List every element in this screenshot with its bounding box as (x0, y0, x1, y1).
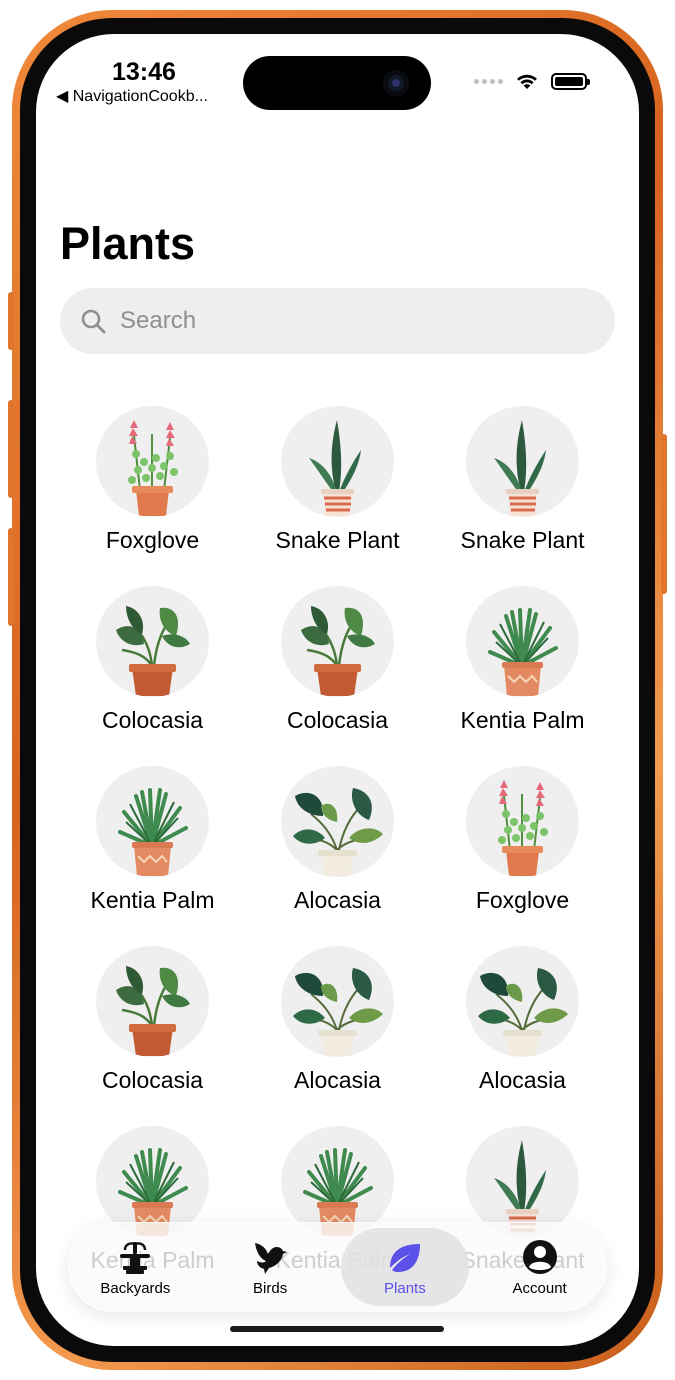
plant-image (281, 766, 394, 877)
page-title: Plants (60, 218, 196, 269)
tab-plants[interactable]: Plants (340, 1228, 469, 1306)
tab-label: Account (512, 1279, 567, 1297)
battery-icon (551, 72, 590, 90)
plant-image (96, 766, 209, 877)
plant-image (466, 946, 579, 1057)
dynamic-island (243, 56, 431, 110)
plant-name: Snake Plant (275, 527, 400, 553)
plant-item[interactable]: Colocasia (60, 946, 245, 1094)
leaf-icon (389, 1243, 420, 1272)
action-button (8, 292, 14, 350)
plant-item[interactable]: Snake Plant (245, 406, 430, 554)
plant-image (281, 586, 394, 697)
plant-name: Colocasia (102, 707, 203, 733)
status-indicators (474, 72, 590, 90)
cellular-signal-icon (474, 78, 503, 84)
tab-account[interactable]: Account (476, 1228, 604, 1306)
search-bar[interactable] (60, 288, 615, 354)
plant-image (96, 946, 209, 1057)
plant-item[interactable]: Kentia Palm (430, 586, 615, 734)
plant-name: Kentia Palm (460, 707, 585, 733)
search-input[interactable] (118, 306, 562, 336)
fountain-icon (120, 1241, 151, 1274)
home-indicator (230, 1326, 444, 1332)
plant-image (281, 1126, 394, 1237)
tab-label: Birds (253, 1279, 288, 1297)
back-to-app-link[interactable]: ◀ NavigationCookb... (56, 86, 208, 106)
plant-image (96, 586, 209, 697)
plant-item[interactable]: Alocasia (430, 946, 615, 1094)
plant-image (96, 1126, 209, 1237)
plant-image (96, 406, 209, 517)
plant-item[interactable]: Foxglove (430, 766, 615, 914)
camera-icon (383, 70, 409, 96)
plant-item[interactable]: Colocasia (60, 586, 245, 734)
bird-icon (255, 1242, 288, 1274)
tab-birds[interactable]: Birds (206, 1228, 334, 1306)
plant-item[interactable]: Foxglove (60, 406, 245, 554)
plant-name: Colocasia (287, 707, 388, 733)
plant-image (281, 406, 394, 517)
plant-image (466, 406, 579, 517)
plant-item[interactable]: Kentia Palm (60, 766, 245, 914)
tab-label: Plants (384, 1279, 426, 1297)
plant-image (466, 766, 579, 877)
volume-down-button (8, 528, 14, 626)
plant-name: Alocasia (479, 1067, 566, 1093)
plant-grid: Foxglove Snake Plant Snake Plant Colocasia C… (60, 406, 615, 1274)
plant-item[interactable]: Snake Plant (430, 406, 615, 554)
power-button (661, 434, 667, 594)
plant-name: Colocasia (102, 1067, 203, 1093)
plant-name: Foxglove (475, 887, 570, 913)
screen: 13:46 ◀ NavigationCookb... Plants Foxglo… (36, 34, 639, 1346)
plant-image (466, 586, 579, 697)
plant-name: Kentia Palm (90, 887, 215, 913)
tab-label: Backyards (100, 1279, 171, 1297)
plant-item[interactable]: Colocasia (245, 586, 430, 734)
plant-image (466, 1126, 579, 1237)
plant-name: Alocasia (294, 1067, 381, 1093)
search-icon (81, 309, 106, 334)
volume-up-button (8, 400, 14, 498)
tab-backyards[interactable]: Backyards (71, 1228, 199, 1306)
plant-item[interactable]: Alocasia (245, 766, 430, 914)
tab-bar: Backyards Birds Plants Account (68, 1222, 607, 1312)
wifi-icon (517, 74, 537, 89)
plant-name: Snake Plant (460, 527, 585, 553)
plant-name: Foxglove (105, 527, 200, 553)
plant-name: Alocasia (294, 887, 381, 913)
plant-image (281, 946, 394, 1057)
status-time: 13:46 (112, 58, 176, 86)
plant-item[interactable]: Alocasia (245, 946, 430, 1094)
account-icon (522, 1239, 557, 1274)
